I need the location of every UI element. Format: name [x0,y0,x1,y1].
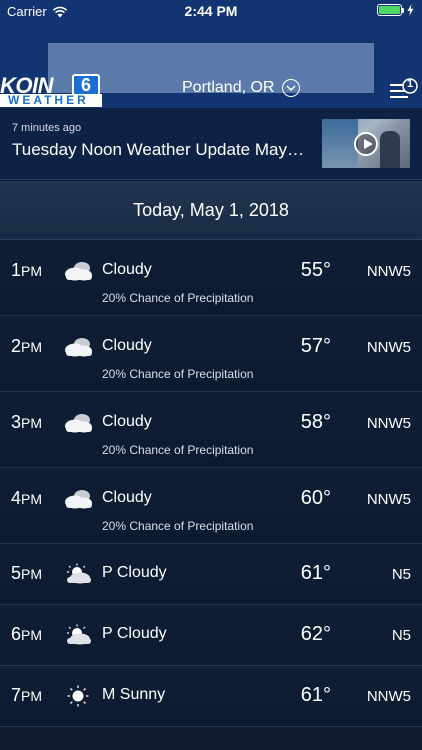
hour-row[interactable]: 5PM P Cloudy 61° N5 [0,544,422,605]
wind: NNW5 [366,339,411,356]
hour-label: 6PM [11,624,42,645]
temperature: 61° [300,562,331,584]
cloudy-icon [62,412,92,433]
condition-label: Cloudy [102,337,152,354]
cloudy-icon [62,336,92,357]
temperature: 58° [300,411,331,433]
precipitation-chance: 20% Chance of Precipitation [102,367,254,381]
precipitation-chance: 20% Chance of Precipitation [102,443,254,457]
partly-cloudy-icon [62,563,92,584]
condition-label: Cloudy [102,489,152,506]
precipitation-chance: 20% Chance of Precipitation [102,519,254,533]
hour-number: 7 [11,685,22,705]
hour-number: 1 [11,260,22,280]
hour-row[interactable]: 6PM P Cloudy 62° N5 [0,605,422,666]
temperature: 57° [300,335,331,357]
video-card[interactable]: 7 minutes ago Tuesday Noon Weather Updat… [0,108,422,180]
wind: N5 [391,566,411,583]
temperature: 62° [300,623,331,645]
battery-indicator [377,4,414,16]
hour-number: 4 [11,488,22,508]
status-bar: Carrier 2:44 PM [0,0,422,22]
hour-ampm: PM [21,491,43,507]
condition-label: Cloudy [102,261,152,278]
location-selector[interactable]: Portland, OR [182,79,301,97]
video-thumbnail[interactable] [322,119,410,168]
menu-button[interactable]: 1 [388,75,420,103]
hour-ampm: PM [21,688,43,704]
chevron-down-icon [282,79,301,97]
hour-row[interactable]: 7PM M Sunny 61° NNW5 [0,666,422,727]
charging-bolt-icon [407,4,414,16]
wind: NNW5 [366,491,411,508]
condition-label: P Cloudy [102,564,167,581]
battery-icon [377,4,402,16]
hour-row[interactable]: 1PM Cloudy 55° NNW5 20% Chance of Precipitat… [0,240,422,316]
hour-ampm: PM [21,263,43,279]
hour-ampm: PM [21,415,43,431]
hour-ampm: PM [21,339,43,355]
logo-subtext: WEATHER [0,94,102,107]
hour-number: 6 [11,624,22,644]
hour-label: 5PM [11,563,42,584]
hour-row[interactable]: 4PM Cloudy 60° NNW5 20% Chance of Precipitat… [0,468,422,544]
hour-number: 2 [11,336,22,356]
hour-label: 7PM [11,685,42,706]
thumbnail-presenter [380,131,400,168]
notification-badge: 1 [406,78,414,90]
hour-label: 2PM [11,336,42,357]
video-time-ago: 7 minutes ago [12,122,82,134]
hourly-forecast-list: 1PM Cloudy 55° NNW5 20% Chance of Precipitat… [0,240,422,727]
hour-ampm: PM [21,566,43,582]
condition-label: P Cloudy [102,625,167,642]
hour-number: 3 [11,412,22,432]
temperature: 55° [300,259,331,281]
partly-cloudy-icon [62,624,92,645]
menu-icon [390,78,418,98]
battery-tip [402,7,404,13]
condition-label: M Sunny [102,686,166,703]
wind: NNW5 [366,415,411,432]
temperature: 61° [300,684,331,706]
battery-fill [379,6,400,14]
wind: NNW5 [366,263,411,280]
cloudy-icon [62,488,92,509]
wind: NNW5 [366,688,411,705]
video-title: Tuesday Noon Weather Update May… [12,140,304,159]
date-header: Today, May 1, 2018 [0,181,422,240]
thumbnail-map [322,119,358,168]
status-time: 2:44 PM [184,3,238,19]
hour-row[interactable]: 3PM Cloudy 58° NNW5 20% Chance of Precipitat… [0,392,422,468]
wind: N5 [391,627,411,644]
temperature: 60° [300,487,331,509]
hour-ampm: PM [21,627,43,643]
precipitation-chance: 20% Chance of Precipitation [102,291,254,305]
play-icon[interactable] [354,132,378,156]
hour-row[interactable]: 2PM Cloudy 57° NNW5 20% Chance of Precipitat… [0,316,422,392]
location-label: Portland, OR [182,79,275,96]
cloudy-icon [62,260,92,281]
hour-number: 5 [11,563,22,583]
condition-label: Cloudy [102,413,152,430]
sunny-icon [62,685,92,707]
koin-weather-logo[interactable]: KOIN 6 WEATHER [0,73,102,107]
hour-label: 3PM [11,412,42,433]
hour-label: 4PM [11,488,42,509]
hour-label: 1PM [11,260,42,281]
